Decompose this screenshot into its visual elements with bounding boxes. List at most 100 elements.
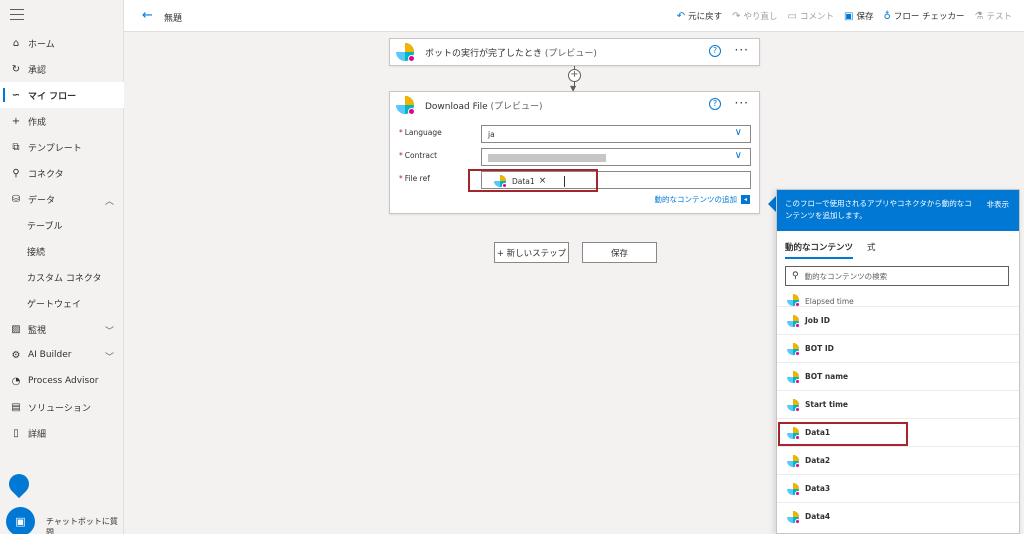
- list-item-bot-id[interactable]: BOT ID: [777, 334, 1019, 362]
- language-row: * Language ja ∨: [399, 125, 751, 143]
- insert-step-icon[interactable]: +: [568, 69, 581, 82]
- contract-row: * Contract ∨: [399, 148, 751, 166]
- save-button-label: 保存: [610, 248, 628, 259]
- connector-logo-icon: [787, 398, 800, 412]
- nav-label: ソリューション: [28, 403, 91, 414]
- nav-label: カスタム コネクタ: [27, 273, 102, 284]
- save-button[interactable]: 保存: [582, 242, 657, 263]
- nav-item-ai-builder[interactable]: ⚙ AI Builder ﹀: [0, 342, 124, 368]
- nav-item-home[interactable]: ⌂ ホーム: [0, 30, 124, 56]
- nav-item-custom-connectors[interactable]: カスタム コネクタ: [0, 264, 124, 290]
- nav-item-process-advisor[interactable]: ◔ Process Advisor: [0, 368, 124, 394]
- dynamic-content-banner: このフローで使用されるアプリやコネクタから動的なコンテンツを追加します。 非表示: [777, 190, 1019, 231]
- nav-item-approvals[interactable]: ↻ 承認: [0, 56, 124, 82]
- nav-item-gateways[interactable]: ゲートウェイ: [0, 290, 124, 316]
- toolbar: ↶ 元に戻す ↷ やり直し ▭ コメント ▣ 保存 ♁ フロー チェッカー ⚗ テスト: [677, 0, 1012, 32]
- save-label: 保存: [856, 12, 874, 22]
- plus-icon: +: [11, 115, 21, 127]
- contract-dropdown[interactable]: ∨: [481, 148, 751, 166]
- more-options-icon[interactable]: ···: [735, 96, 749, 110]
- dynamic-content-search[interactable]: ⚲ 動的なコンテンツの検索: [785, 266, 1009, 286]
- tab-dynamic-content[interactable]: 動的なコンテンツ: [785, 241, 854, 259]
- nav-item-monitor[interactable]: ▨ 監視 ﹀: [0, 316, 124, 342]
- data1-highlight: [778, 422, 908, 446]
- list-item-data3[interactable]: Data3: [777, 474, 1019, 502]
- nav-item-solutions[interactable]: ▤ ソリューション: [0, 394, 124, 420]
- language-dropdown[interactable]: ja ∨: [481, 125, 751, 143]
- trigger-card-header[interactable]: ボットの実行が完了したとき (プレビュー) ? ···: [390, 39, 759, 65]
- list-item-job-id[interactable]: Job ID: [777, 306, 1019, 334]
- nav-label: テーブル: [27, 221, 63, 232]
- save-toolbar-button[interactable]: ▣ 保存: [844, 10, 874, 23]
- action-card[interactable]: Download File (プレビュー) ? ··· * Language ja…: [389, 91, 760, 214]
- add-dynamic-label: 動的なコンテンツの追加: [654, 195, 738, 204]
- chevron-down-icon: ∨: [734, 150, 742, 161]
- nav-item-connections[interactable]: 接続: [0, 238, 124, 264]
- action-card-title: Download File (プレビュー): [425, 101, 543, 112]
- search-placeholder: 動的なコンテンツの検索: [804, 271, 888, 281]
- flow-icon: ∽: [11, 89, 21, 101]
- chatbot-button[interactable]: ▣: [6, 507, 35, 534]
- help-icon[interactable]: ?: [709, 98, 721, 110]
- solution-icon: ▤: [11, 401, 21, 413]
- undo-label: 元に戻す: [688, 12, 723, 22]
- redo-button[interactable]: ↷ やり直し: [732, 10, 778, 23]
- redo-label: やり直し: [743, 12, 778, 22]
- new-step-button[interactable]: + 新しいステップ: [494, 242, 569, 263]
- list-item-data1[interactable]: Data1: [777, 418, 1019, 446]
- chatbot-label: チャットボットに質問: [46, 517, 118, 534]
- hide-panel-link[interactable]: 非表示: [987, 199, 1010, 211]
- template-icon: ⧉: [12, 141, 20, 153]
- undo-button[interactable]: ↶ 元に戻す: [676, 10, 723, 23]
- flask-icon: ⚗: [974, 10, 984, 22]
- dynamic-content-list: Elapsed time Job ID BOT ID BOT name Star…: [777, 294, 1019, 530]
- nav-label: 詳細: [28, 429, 47, 440]
- connector-logo-icon: [787, 454, 800, 468]
- test-button[interactable]: ⚗ テスト: [974, 10, 1012, 23]
- hamburger-menu-icon[interactable]: [10, 9, 24, 21]
- nav-label: 監視: [28, 325, 47, 336]
- nav-item-tables[interactable]: テーブル: [0, 212, 124, 238]
- tab-expression[interactable]: 式: [867, 241, 876, 253]
- nav-item-templates[interactable]: ⧉ テンプレート: [0, 134, 124, 160]
- connector-logo-icon: [787, 370, 800, 384]
- flow-title[interactable]: 無題: [164, 11, 182, 24]
- nav-label: ゲートウェイ: [27, 299, 82, 310]
- nav-label: ホーム: [28, 39, 55, 50]
- connector-logo-icon: [396, 96, 415, 115]
- dynamic-content-icon: ◂: [741, 195, 750, 204]
- flow-checker-button[interactable]: ♁ フロー チェッカー: [883, 10, 964, 23]
- panel-tabs: 動的なコンテンツ 式: [777, 231, 1019, 261]
- comment-button[interactable]: ▭ コメント: [788, 10, 834, 23]
- redo-icon: ↷: [732, 10, 741, 22]
- help-icon[interactable]: ?: [709, 45, 721, 57]
- language-label: * Language: [399, 128, 442, 137]
- list-item-bot-name[interactable]: BOT name: [777, 362, 1019, 390]
- more-options-icon[interactable]: ···: [735, 43, 749, 57]
- action-card-header[interactable]: Download File (プレビュー) ? ···: [390, 92, 759, 118]
- back-arrow-icon[interactable]: ←: [142, 8, 153, 23]
- nav-label: 承認: [28, 65, 47, 76]
- nav-label: AI Builder: [28, 350, 72, 360]
- list-item-elapsed-time[interactable]: Elapsed time: [777, 294, 1019, 306]
- nav-label: 作成: [28, 117, 47, 128]
- left-navigation: ⌂ ホーム ↻ 承認 ∽ マイ フロー + 作成 ⧉ テンプレート ⚲ コネクタ ⛁ データ ︿…: [0, 0, 124, 534]
- panel-pointer: [768, 196, 776, 212]
- nav-label: Process Advisor: [28, 376, 99, 386]
- nav-item-data[interactable]: ⛁ データ ︿: [0, 186, 124, 212]
- location-pin-icon: [4, 469, 34, 499]
- list-item-data4[interactable]: Data4: [777, 502, 1019, 530]
- chevron-down-icon: ﹀: [104, 353, 114, 363]
- add-dynamic-content-link[interactable]: 動的なコンテンツの追加 ◂: [654, 194, 750, 205]
- save-icon: ▣: [844, 10, 854, 22]
- list-item-data2[interactable]: Data2: [777, 446, 1019, 474]
- trigger-card[interactable]: ボットの実行が完了したとき (プレビュー) ? ···: [389, 38, 760, 66]
- connector-icon: ⚲: [12, 167, 20, 179]
- list-item-start-time[interactable]: Start time: [777, 390, 1019, 418]
- nav-item-connectors[interactable]: ⚲ コネクタ: [0, 160, 124, 186]
- nav-item-learn[interactable]: ▯ 詳細: [0, 420, 124, 446]
- undo-icon: ↶: [676, 10, 686, 22]
- nav-item-my-flows[interactable]: ∽ マイ フロー: [0, 82, 124, 108]
- nav-item-create[interactable]: + 作成: [0, 108, 124, 134]
- nav-label: マイ フロー: [28, 91, 77, 102]
